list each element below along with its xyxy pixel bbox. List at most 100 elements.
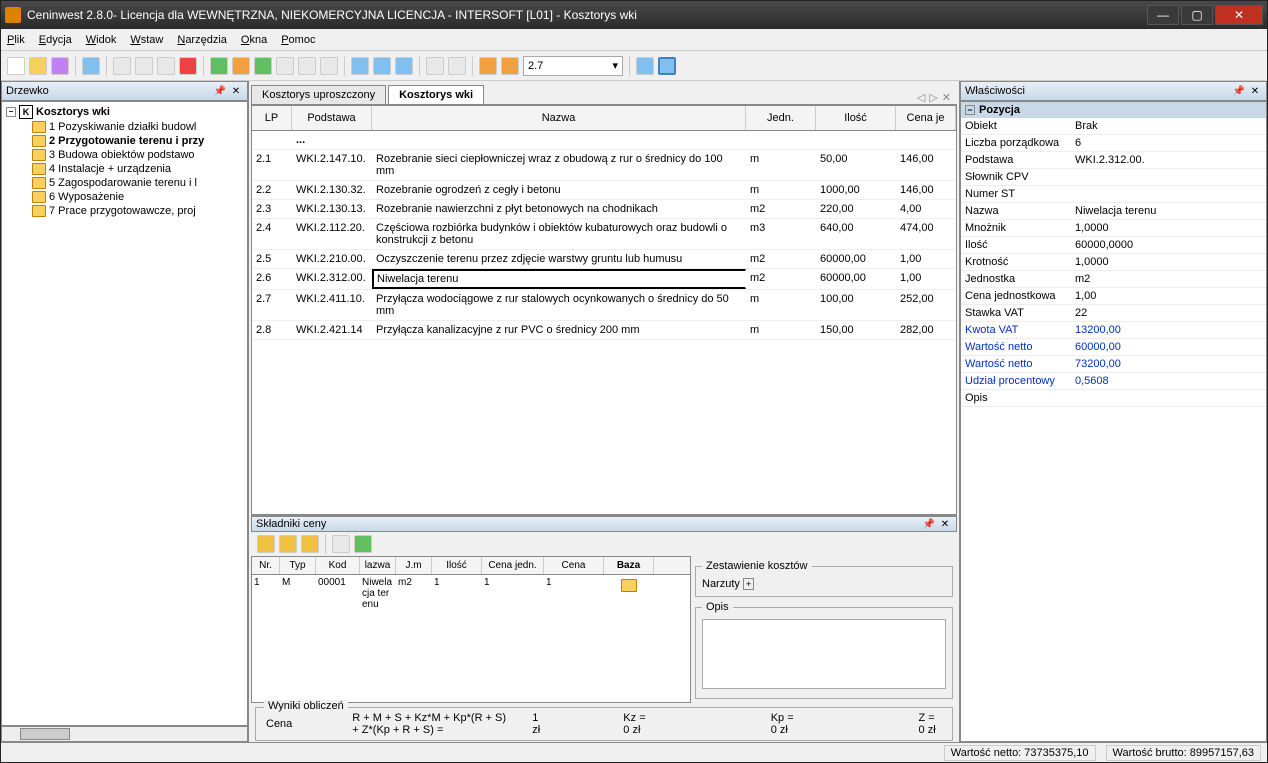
tree-item[interactable]: 6 Wyposażenie xyxy=(4,190,245,204)
skc-cena[interactable]: Cena xyxy=(544,557,604,574)
tab-prev-icon[interactable]: ◁ xyxy=(917,91,925,104)
tab-next-icon[interactable]: ▷ xyxy=(929,91,937,104)
props-section[interactable]: − Pozycja xyxy=(961,102,1266,118)
menu-plik[interactable]: Plik xyxy=(7,34,25,46)
property-row[interactable]: Wartość netto73200,00 xyxy=(961,356,1266,373)
tree-hscrollbar[interactable] xyxy=(1,726,248,742)
pin-icon[interactable]: 📌 xyxy=(213,84,227,98)
properties-grid[interactable]: − Pozycja ObiektBrakLiczba porządkowa6Po… xyxy=(960,101,1267,742)
collapse-icon[interactable]: − xyxy=(6,107,16,117)
sk-tool-d-icon[interactable] xyxy=(354,535,372,553)
property-row[interactable]: Cena jednostkowa1,00 xyxy=(961,288,1266,305)
skc-typ[interactable]: Typ xyxy=(280,557,316,574)
property-row[interactable]: Wartość netto60000,00 xyxy=(961,339,1266,356)
tool-b-icon[interactable] xyxy=(232,57,250,75)
tree-item[interactable]: 2 Przygotowanie terenu i przy xyxy=(4,134,245,148)
tree-item[interactable]: 5 Zagospodarowanie terenu i l xyxy=(4,176,245,190)
tool-copy-icon[interactable] xyxy=(135,57,153,75)
tab-uproszczony[interactable]: Kosztorys uproszczony xyxy=(251,85,386,104)
tool-f-icon[interactable] xyxy=(351,57,369,75)
tool-cut-icon[interactable] xyxy=(113,57,131,75)
table-row[interactable]: 2.5WKI.2.210.00.Oczyszczenie terenu prze… xyxy=(252,250,956,269)
close-panel-icon[interactable]: ✕ xyxy=(229,84,243,98)
menu-pomoc[interactable]: Pomoc xyxy=(281,34,315,46)
tab-close-icon[interactable]: ✕ xyxy=(942,91,951,104)
tool-c-icon[interactable] xyxy=(254,57,272,75)
table-row[interactable]: 2.3WKI.2.130.13.Rozebranie nawierzchni z… xyxy=(252,200,956,219)
sk-tool-print-icon[interactable] xyxy=(332,535,350,553)
property-row[interactable]: Stawka VAT22 xyxy=(961,305,1266,322)
col-lp[interactable]: LP xyxy=(252,106,292,130)
col-podstawa[interactable]: Podstawa xyxy=(292,106,372,130)
tool-delete-icon[interactable] xyxy=(179,57,197,75)
close-panel-icon[interactable]: ✕ xyxy=(938,517,952,531)
maximize-button[interactable]: ▢ xyxy=(1181,5,1213,25)
property-row[interactable]: NazwaNiwelacja terenu xyxy=(961,203,1266,220)
property-row[interactable]: ObiektBrak xyxy=(961,118,1266,135)
menu-narzedzia[interactable]: Narzędzia xyxy=(177,34,227,46)
tool-paste-icon[interactable] xyxy=(157,57,175,75)
collapse-icon[interactable]: − xyxy=(965,105,975,115)
col-nazwa[interactable]: Nazwa xyxy=(372,106,746,130)
property-row[interactable]: Jednostkam2 xyxy=(961,271,1266,288)
col-jedn[interactable]: Jedn. xyxy=(746,106,816,130)
property-row[interactable]: Słownik CPV xyxy=(961,169,1266,186)
tab-wki[interactable]: Kosztorys wki xyxy=(388,85,484,104)
skc-cj[interactable]: Cena jedn. xyxy=(482,557,544,574)
tool-i-icon[interactable] xyxy=(426,57,444,75)
table-row[interactable]: 2.8WKI.2.421.14Przyłącza kanalizacyjne z… xyxy=(252,321,956,340)
tree-item[interactable]: 7 Prace przygotowawcze, proj xyxy=(4,204,245,218)
skc-kod[interactable]: Kod xyxy=(316,557,360,574)
tool-save-icon[interactable] xyxy=(51,57,69,75)
sk-tool-c-icon[interactable] xyxy=(301,535,319,553)
skc-jm[interactable]: J.m xyxy=(396,557,432,574)
property-row[interactable]: Mnożnik1,0000 xyxy=(961,220,1266,237)
skladniki-row[interactable]: 1 M 00001 Niwelacja terenu m2 1 1 1 xyxy=(252,575,690,612)
skladniki-grid[interactable]: Nr. Typ Kod lazwa J.m Ilość Cena jedn. C… xyxy=(251,556,691,703)
property-row[interactable]: Liczba porządkowa6 xyxy=(961,135,1266,152)
tool-a-icon[interactable] xyxy=(210,57,228,75)
property-row[interactable]: Kwota VAT13200,00 xyxy=(961,322,1266,339)
expand-icon[interactable]: + xyxy=(743,578,754,590)
tool-l-icon[interactable] xyxy=(501,57,519,75)
version-combo[interactable]: 2.7▾ xyxy=(523,56,623,76)
tool-k-icon[interactable] xyxy=(479,57,497,75)
menu-okna[interactable]: Okna xyxy=(241,34,267,46)
property-row[interactable]: Opis xyxy=(961,390,1266,407)
col-cena[interactable]: Cena je xyxy=(896,106,956,130)
menu-wstaw[interactable]: Wstaw xyxy=(130,34,163,46)
close-button[interactable]: ✕ xyxy=(1215,5,1263,25)
property-row[interactable]: Numer ST xyxy=(961,186,1266,203)
table-row[interactable]: 2.2WKI.2.130.32.Rozebranie ogrodzeń z ce… xyxy=(252,181,956,200)
skc-nr[interactable]: Nr. xyxy=(252,557,280,574)
tool-h-icon[interactable] xyxy=(395,57,413,75)
tree-item[interactable]: 3 Budowa obiektów podstawo xyxy=(4,148,245,162)
pin-icon[interactable]: 📌 xyxy=(1232,84,1246,98)
menu-widok[interactable]: Widok xyxy=(86,34,117,46)
tool-new-icon[interactable] xyxy=(7,57,25,75)
tool-n-icon[interactable] xyxy=(658,57,676,75)
property-row[interactable]: PodstawaWKI.2.312.00. xyxy=(961,152,1266,169)
tool-rms-icon[interactable] xyxy=(298,57,316,75)
property-row[interactable]: Udział procentowy0,5608 xyxy=(961,373,1266,390)
skc-ilo[interactable]: Ilość xyxy=(432,557,482,574)
tool-d-icon[interactable] xyxy=(276,57,294,75)
tool-j-icon[interactable] xyxy=(448,57,466,75)
sk-tool-a-icon[interactable] xyxy=(257,535,275,553)
tree-view[interactable]: − K Kosztorys wki 1 Pozyskiwanie działki… xyxy=(1,101,248,726)
table-row[interactable]: 2.6WKI.2.312.00.Niwelacja terenum260000,… xyxy=(252,269,956,290)
opis-textarea[interactable] xyxy=(702,619,946,689)
close-panel-icon[interactable]: ✕ xyxy=(1248,84,1262,98)
table-row[interactable]: 2.1WKI.2.147.10.Rozebranie sieci ciepłow… xyxy=(252,150,956,181)
property-row[interactable]: Krotność1,0000 xyxy=(961,254,1266,271)
main-grid[interactable]: LP Podstawa Nazwa Jedn. Ilość Cena je ..… xyxy=(251,105,957,515)
sk-tool-b-icon[interactable] xyxy=(279,535,297,553)
skc-naz[interactable]: lazwa xyxy=(360,557,396,574)
skc-baza[interactable]: Baza xyxy=(604,557,654,574)
table-row[interactable]: 2.4WKI.2.112.20.Częściowa rozbiórka budy… xyxy=(252,219,956,250)
tree-item[interactable]: 4 Instalacje + urządzenia xyxy=(4,162,245,176)
minimize-button[interactable]: — xyxy=(1147,5,1179,25)
tree-root[interactable]: − K Kosztorys wki xyxy=(4,104,245,120)
pin-icon[interactable]: 📌 xyxy=(922,517,936,531)
menu-edycja[interactable]: Edycja xyxy=(39,34,72,46)
